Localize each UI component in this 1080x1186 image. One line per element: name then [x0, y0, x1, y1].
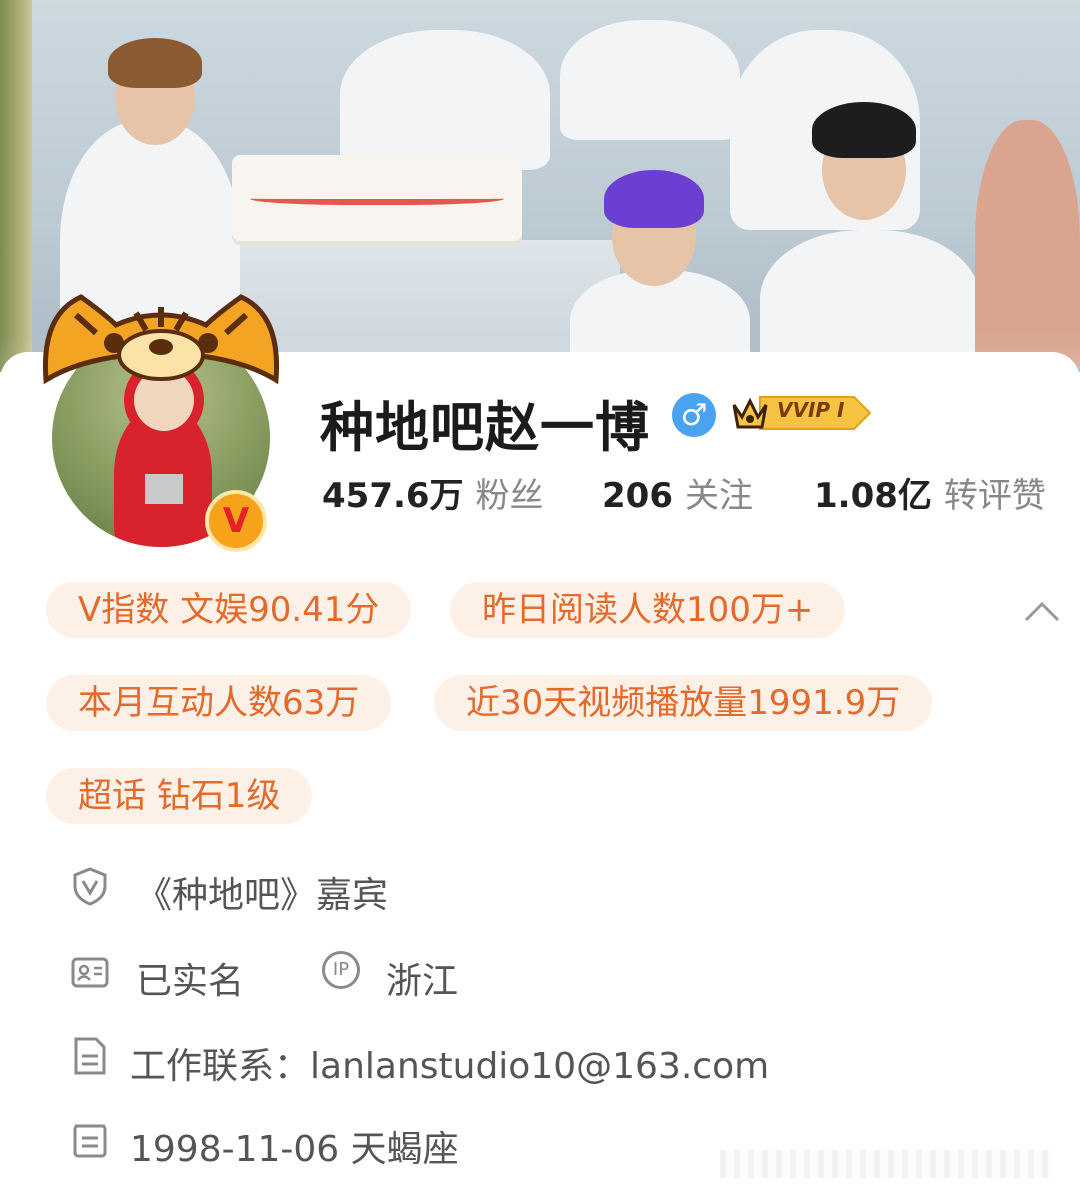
stat-value: 457.6万 — [322, 476, 464, 516]
banner-person — [340, 30, 550, 170]
shield-v-icon — [73, 867, 107, 906]
calendar-icon — [73, 1124, 107, 1158]
stat-label: 转评赞 — [943, 476, 1046, 516]
work-contact[interactable]: 工作联系：lanlanstudio10@163.com — [130, 1037, 769, 1089]
document-icon — [74, 1037, 106, 1075]
tiger-avatar-frame-icon — [42, 294, 280, 385]
stat-label: 粉丝 — [475, 476, 544, 516]
real-name-status: 已实名 — [136, 961, 245, 1002]
banner-person — [560, 20, 740, 140]
stat-label: 关注 — [684, 476, 753, 516]
banner-grass-edge — [0, 0, 32, 372]
tag-v-index[interactable]: V指数 文娱90.41分 — [46, 582, 412, 638]
stat-likes[interactable]: 1.08亿 转评赞 — [814, 468, 1046, 517]
vvip-label: VVIP I — [777, 398, 845, 422]
profile-name: 种地吧赵一博 — [320, 396, 650, 459]
tag-yesterday-readers[interactable]: 昨日阅读人数100万+ — [450, 582, 846, 638]
stat-value: 1.08亿 — [814, 476, 932, 516]
tag-super-topic[interactable]: 超话 钻石1级 — [46, 768, 313, 824]
tag-video-plays[interactable]: 近30天视频播放量1991.9万 — [434, 675, 933, 731]
bottom-blur-bar — [720, 1150, 1052, 1178]
ip-icon: IP — [322, 951, 360, 989]
verified-badge: V — [205, 490, 267, 552]
chevron-up-icon[interactable] — [1022, 596, 1062, 626]
tag-monthly-interactions[interactable]: 本月互动人数63万 — [46, 675, 392, 731]
id-card-icon — [71, 957, 109, 988]
banner-cake — [232, 155, 522, 241]
ip-location: 浙江 — [386, 961, 459, 1002]
verification-title: 《种地吧》嘉宾 — [136, 875, 389, 916]
male-gender-icon: ♂ — [672, 393, 716, 437]
stat-value: 206 — [602, 476, 673, 516]
birthday: 1998-11-06 天蝎座 — [130, 1129, 459, 1170]
stat-following[interactable]: 206 关注 — [602, 468, 753, 517]
stat-followers[interactable]: 457.6万 粉丝 — [322, 468, 544, 517]
